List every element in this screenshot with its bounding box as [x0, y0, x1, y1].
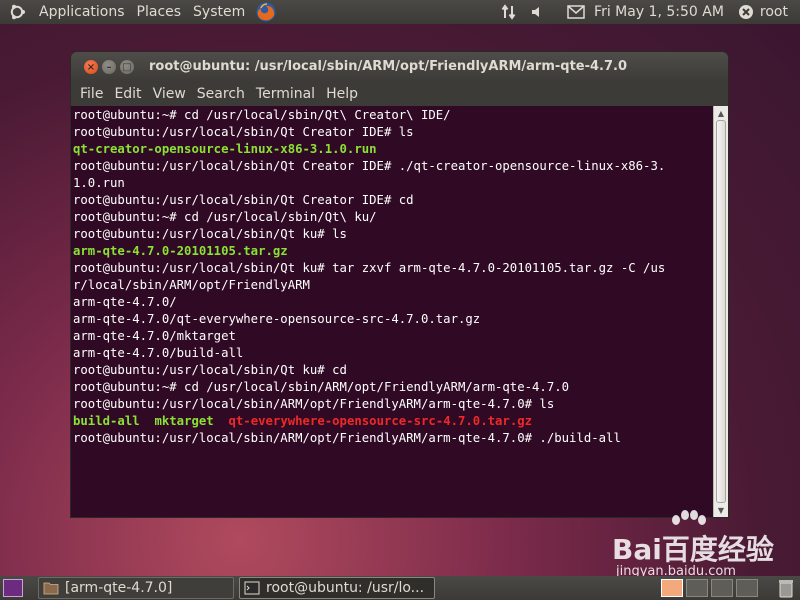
taskbar-item-files-label: [arm-qte-4.7.0]	[65, 580, 173, 596]
network-icon[interactable]	[498, 1, 520, 23]
terminal-menubar: File Edit View Search Terminal Help	[71, 82, 728, 106]
close-button[interactable]: ×	[84, 60, 98, 74]
terminal-text-segment: arm-qte-4.7.0-20101105.tar.gz	[73, 244, 288, 258]
menu-file[interactable]: File	[74, 86, 108, 102]
terminal-line: arm-qte-4.7.0/build-all	[73, 345, 713, 362]
terminal-text-segment: mktarget	[154, 414, 214, 428]
workspace-3[interactable]	[711, 579, 733, 597]
terminal-text-segment: arm-qte-4.7.0/	[73, 295, 177, 309]
menu-search[interactable]: Search	[191, 86, 250, 102]
terminal-line: root@ubuntu:/usr/local/sbin/Qt ku# ls	[73, 226, 713, 243]
menu-view[interactable]: View	[147, 86, 191, 102]
menu-help[interactable]: Help	[320, 86, 363, 102]
terminal-output[interactable]: root@ubuntu:~# cd /usr/local/sbin/Qt\ Cr…	[73, 107, 713, 447]
folder-icon	[43, 582, 59, 595]
terminal-text-segment: arm-qte-4.7.0/qt-everywhere-opensource-s…	[73, 312, 481, 326]
menu-system[interactable]: System	[187, 0, 251, 24]
taskbar-item-terminal[interactable]: root@ubuntu: /usr/lo...	[239, 577, 435, 599]
watermark-main: Bai百度经验	[612, 533, 774, 566]
menu-edit[interactable]: Edit	[108, 86, 146, 102]
terminal-line: r/local/sbin/ARM/opt/FriendlyARM	[73, 277, 713, 294]
trash-icon[interactable]	[776, 578, 796, 598]
bottom-panel: [arm-qte-4.7.0] root@ubuntu: /usr/lo...	[0, 576, 800, 600]
taskbar-item-terminal-label: root@ubuntu: /usr/lo...	[266, 580, 425, 596]
workspace-4[interactable]	[736, 579, 758, 597]
terminal-text-segment: build-all	[73, 414, 140, 428]
terminal-line: qt-creator-opensource-linux-x86-3.1.0.ru…	[73, 141, 713, 158]
terminal-line: root@ubuntu:~# cd /usr/local/sbin/ARM/op…	[73, 379, 713, 396]
window-title: root@ubuntu: /usr/local/sbin/ARM/opt/Fri…	[149, 59, 628, 74]
terminal-line: root@ubuntu:/usr/local/sbin/Qt ku# tar z…	[73, 260, 713, 277]
terminal-text-segment: root@ubuntu:/usr/local/sbin/Qt ku# ls	[73, 227, 347, 241]
terminal-text-segment: root@ubuntu:/usr/local/sbin/Qt ku# cd	[73, 363, 347, 377]
terminal-line: 1.0.run	[73, 175, 713, 192]
menu-applications[interactable]: Applications	[33, 0, 131, 24]
terminal-line: root@ubuntu:/usr/local/sbin/ARM/opt/Frie…	[73, 396, 713, 413]
workspace-1[interactable]	[661, 579, 683, 597]
terminal-text-segment: arm-qte-4.7.0/build-all	[73, 346, 244, 360]
terminal-area[interactable]: root@ubuntu:~# cd /usr/local/sbin/Qt\ Cr…	[71, 106, 728, 517]
minimize-button[interactable]: –	[102, 60, 116, 74]
terminal-line: root@ubuntu:/usr/local/sbin/Qt Creator I…	[73, 124, 713, 141]
terminal-text-segment: root@ubuntu:~# cd /usr/local/sbin/Qt\ ku…	[73, 210, 377, 224]
terminal-text-segment: qt-everywhere-opensource-src-4.7.0.tar.g…	[228, 414, 533, 428]
scrollbar[interactable]: ▲ ▼	[713, 106, 728, 517]
terminal-line: root@ubuntu:/usr/local/sbin/Qt Creator I…	[73, 192, 713, 209]
terminal-line: arm-qte-4.7.0/mktarget	[73, 328, 713, 345]
scroll-up-icon[interactable]: ▲	[714, 106, 728, 120]
terminal-line: arm-qte-4.7.0/	[73, 294, 713, 311]
terminal-line: root@ubuntu:/usr/local/sbin/Qt ku# cd	[73, 362, 713, 379]
taskbar-item-files[interactable]: [arm-qte-4.7.0]	[38, 577, 234, 599]
terminal-text-segment: qt-creator-opensource-linux-x86-3.1.0.ru…	[73, 142, 377, 156]
terminal-text-segment: root@ubuntu:~# cd /usr/local/sbin/Qt\ Cr…	[73, 108, 451, 122]
terminal-line: root@ubuntu:~# cd /usr/local/sbin/Qt\ ku…	[73, 209, 713, 226]
firefox-icon[interactable]	[255, 1, 277, 23]
show-desktop-button[interactable]	[3, 579, 23, 597]
terminal-line: arm-qte-4.7.0-20101105.tar.gz	[73, 243, 713, 260]
terminal-text-segment: root@ubuntu:/usr/local/sbin/ARM/opt/Frie…	[73, 431, 621, 445]
terminal-text-segment: root@ubuntu:/usr/local/sbin/Qt ku# tar z…	[73, 261, 666, 275]
clock[interactable]: Fri May 1, 5:50 AM	[594, 4, 724, 20]
maximize-button[interactable]: □	[120, 60, 134, 74]
terminal-line: root@ubuntu:~# cd /usr/local/sbin/Qt\ Cr…	[73, 107, 713, 124]
terminal-text-segment: root@ubuntu:/usr/local/sbin/ARM/opt/Frie…	[73, 397, 555, 411]
terminal-text-segment: root@ubuntu:/usr/local/sbin/Qt Creator I…	[73, 125, 414, 139]
terminal-line: root@ubuntu:/usr/local/sbin/ARM/opt/Frie…	[73, 430, 713, 447]
terminal-text-segment: root@ubuntu:/usr/local/sbin/Qt Creator I…	[73, 159, 666, 173]
workspace-2[interactable]	[686, 579, 708, 597]
terminal-text-segment: root@ubuntu:~# cd /usr/local/sbin/ARM/op…	[73, 380, 570, 394]
terminal-line: root@ubuntu:/usr/local/sbin/Qt Creator I…	[73, 158, 713, 175]
menu-terminal[interactable]: Terminal	[250, 86, 320, 102]
menu-places[interactable]: Places	[131, 0, 188, 24]
watermark: Bai百度经验 jingyan.baidu.com	[612, 510, 792, 582]
user-name[interactable]: root	[760, 4, 788, 20]
terminal-icon	[244, 581, 260, 595]
ubuntu-logo-icon[interactable]	[7, 2, 27, 22]
terminal-line: arm-qte-4.7.0/qt-everywhere-opensource-s…	[73, 311, 713, 328]
volume-icon[interactable]	[526, 1, 548, 23]
top-panel: Applications Places System Fri May 1, 5:…	[0, 0, 800, 24]
session-icon[interactable]	[735, 1, 757, 23]
terminal-line: build-all mktarget qt-everywhere-opensou…	[73, 413, 713, 430]
terminal-text-segment: root@ubuntu:/usr/local/sbin/Qt Creator I…	[73, 193, 414, 207]
window-titlebar[interactable]: × – □ root@ubuntu: /usr/local/sbin/ARM/o…	[71, 52, 728, 82]
mail-icon[interactable]	[565, 1, 587, 23]
terminal-window: × – □ root@ubuntu: /usr/local/sbin/ARM/o…	[71, 52, 728, 517]
terminal-text-segment: 1.0.run	[73, 176, 125, 190]
terminal-text-segment: r/local/sbin/ARM/opt/FriendlyARM	[73, 278, 310, 292]
terminal-text-segment: arm-qte-4.7.0/mktarget	[73, 329, 236, 343]
scroll-thumb[interactable]	[716, 120, 726, 503]
